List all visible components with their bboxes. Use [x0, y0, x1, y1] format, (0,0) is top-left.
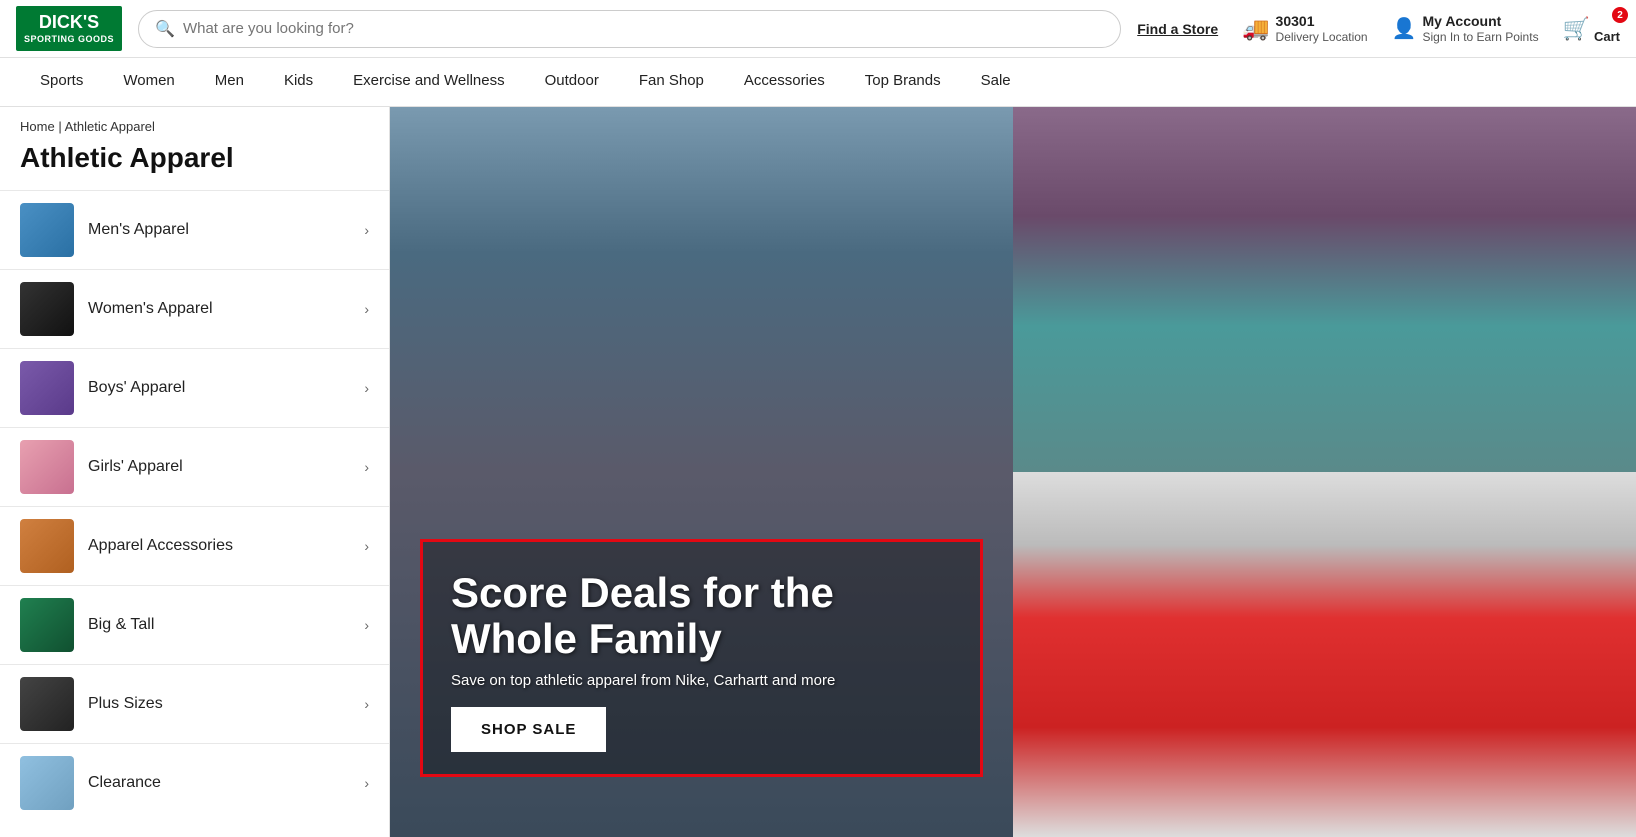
- sidebar-label-bigtall: Big & Tall: [88, 616, 350, 634]
- promo-box: Score Deals for the Whole Family Save on…: [420, 539, 983, 777]
- sidebar-label-plus: Plus Sizes: [88, 695, 350, 713]
- nav-item-exercise[interactable]: Exercise and Wellness: [333, 58, 524, 106]
- cart-label: Cart: [1594, 29, 1620, 44]
- shop-sale-button[interactable]: SHOP SALE: [451, 707, 606, 752]
- account-icon: 👤: [1392, 16, 1417, 41]
- sidebar: Home | Athletic Apparel Athletic Apparel…: [0, 107, 390, 837]
- sidebar-thumb-bigtall: [20, 598, 74, 652]
- hero-area: Score Deals for the Whole Family Save on…: [390, 107, 1636, 837]
- hero-fill-woman-vest: [1013, 472, 1636, 837]
- sidebar-label-clearance: Clearance: [88, 774, 350, 792]
- search-bar[interactable]: 🔍: [138, 10, 1121, 48]
- sidebar-thumb-boys: [20, 361, 74, 415]
- delivery-zip: 30301: [1276, 12, 1368, 30]
- sidebar-item-mens-apparel[interactable]: Men's Apparel ›: [0, 190, 389, 269]
- hero-image-woman-vest: [1013, 472, 1636, 837]
- nav-bar: Sports Women Men Kids Exercise and Welln…: [0, 58, 1636, 107]
- find-store-link[interactable]: Find a Store: [1137, 21, 1218, 37]
- chevron-right-icon: ›: [364, 459, 369, 475]
- main-content: Home | Athletic Apparel Athletic Apparel…: [0, 107, 1636, 837]
- sidebar-thumb-womens: [20, 282, 74, 336]
- breadcrumb-home[interactable]: Home: [20, 119, 55, 134]
- sidebar-label-mens: Men's Apparel: [88, 221, 350, 239]
- chevron-right-icon: ›: [364, 617, 369, 633]
- chevron-right-icon: ›: [364, 301, 369, 317]
- account-sub: Sign In to Earn Points: [1423, 30, 1539, 46]
- nav-item-accessories[interactable]: Accessories: [724, 58, 845, 106]
- nav-item-sports[interactable]: Sports: [20, 58, 103, 106]
- promo-subtitle: Save on top athletic apparel from Nike, …: [451, 672, 952, 689]
- sidebar-item-girls-apparel[interactable]: Girls' Apparel ›: [0, 427, 389, 506]
- promo-title: Score Deals for the Whole Family: [451, 570, 952, 662]
- chevron-right-icon: ›: [364, 538, 369, 554]
- hero-image-woman-run: [1013, 107, 1636, 472]
- account-section[interactable]: 👤 My Account Sign In to Earn Points: [1392, 12, 1539, 46]
- sidebar-item-womens-apparel[interactable]: Women's Apparel ›: [0, 269, 389, 348]
- nav-item-topbrands[interactable]: Top Brands: [845, 58, 961, 106]
- cart-badge: 2: [1612, 7, 1628, 23]
- sidebar-thumb-mens: [20, 203, 74, 257]
- delivery-icon: 🚚: [1242, 16, 1269, 42]
- search-icon: 🔍: [155, 19, 175, 39]
- sidebar-label-accessories: Apparel Accessories: [88, 537, 350, 555]
- cart-icon: 🛒: [1563, 16, 1590, 42]
- nav-item-kids[interactable]: Kids: [264, 58, 333, 106]
- sidebar-item-plus-sizes[interactable]: Plus Sizes ›: [0, 664, 389, 743]
- breadcrumb: Home | Athletic Apparel: [0, 107, 389, 138]
- chevron-right-icon: ›: [364, 222, 369, 238]
- sidebar-item-accessories[interactable]: Apparel Accessories ›: [0, 506, 389, 585]
- breadcrumb-current: Athletic Apparel: [65, 119, 155, 134]
- page-title: Athletic Apparel: [0, 138, 389, 190]
- sidebar-label-womens: Women's Apparel: [88, 300, 350, 318]
- sidebar-label-boys: Boys' Apparel: [88, 379, 350, 397]
- sidebar-thumb-girls: [20, 440, 74, 494]
- nav-item-fanshop[interactable]: Fan Shop: [619, 58, 724, 106]
- nav-item-outdoor[interactable]: Outdoor: [525, 58, 619, 106]
- cart-section[interactable]: 🛒 2 Cart: [1563, 13, 1620, 44]
- sidebar-label-girls: Girls' Apparel: [88, 458, 350, 476]
- hero-fill-woman-run: [1013, 107, 1636, 472]
- search-input[interactable]: [183, 20, 1104, 37]
- sidebar-thumb-plus: [20, 677, 74, 731]
- nav-item-sale[interactable]: Sale: [961, 58, 1031, 106]
- hero-image-man: Score Deals for the Whole Family Save on…: [390, 107, 1013, 837]
- delivery-location[interactable]: 🚚 30301 Delivery Location: [1242, 12, 1367, 46]
- header-actions: Find a Store 🚚 30301 Delivery Location 👤…: [1137, 12, 1620, 46]
- delivery-label: Delivery Location: [1276, 30, 1368, 46]
- header: DICK'S SPORTING GOODS 🔍 Find a Store 🚚 3…: [0, 0, 1636, 58]
- sidebar-thumb-accessories: [20, 519, 74, 573]
- logo[interactable]: DICK'S SPORTING GOODS: [16, 6, 122, 50]
- sidebar-thumb-clearance: [20, 756, 74, 810]
- sidebar-item-big-tall[interactable]: Big & Tall ›: [0, 585, 389, 664]
- chevron-right-icon: ›: [364, 696, 369, 712]
- promo-overlay: Score Deals for the Whole Family Save on…: [420, 539, 983, 777]
- nav-item-women[interactable]: Women: [103, 58, 194, 106]
- nav-item-men[interactable]: Men: [195, 58, 264, 106]
- chevron-right-icon: ›: [364, 380, 369, 396]
- sidebar-item-clearance[interactable]: Clearance ›: [0, 743, 389, 822]
- sidebar-item-boys-apparel[interactable]: Boys' Apparel ›: [0, 348, 389, 427]
- account-name: My Account: [1423, 12, 1539, 30]
